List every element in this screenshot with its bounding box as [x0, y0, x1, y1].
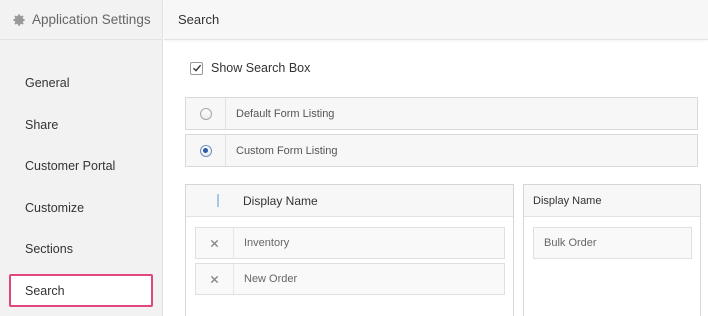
- sidebar-item-share[interactable]: Share: [9, 108, 153, 141]
- available-field-row[interactable]: Bulk Order: [533, 227, 692, 259]
- remove-icon[interactable]: [196, 264, 234, 294]
- sidebar-item-search[interactable]: Search: [9, 274, 153, 307]
- remove-icon[interactable]: [196, 228, 234, 258]
- gear-icon: [12, 13, 26, 27]
- selected-field-label: Inventory: [244, 237, 290, 249]
- custom-form-listing-radio[interactable]: [199, 144, 212, 157]
- drag-handle-icon[interactable]: [217, 194, 219, 207]
- show-search-box-option[interactable]: Show Search Box: [190, 61, 310, 75]
- page-title: Search: [164, 0, 708, 40]
- settings-sidebar: Application Settings General Share Custo…: [0, 0, 163, 316]
- available-fields-panel: Display Name Bulk Order: [523, 184, 701, 316]
- selected-field-row[interactable]: Inventory: [195, 227, 505, 259]
- selected-field-row[interactable]: New Order: [195, 263, 505, 295]
- default-form-listing-option[interactable]: Default Form Listing: [185, 97, 698, 130]
- radio-cell: [186, 98, 226, 129]
- sidebar-item-customize[interactable]: Customize: [9, 191, 153, 224]
- selected-fields-title: Display Name: [243, 193, 318, 208]
- default-form-listing-radio[interactable]: [199, 107, 212, 120]
- radio-selected-dot: [203, 148, 208, 153]
- custom-form-listing-option[interactable]: Custom Form Listing: [185, 134, 698, 167]
- sidebar-item-sections[interactable]: Sections: [9, 232, 153, 265]
- sidebar-item-general[interactable]: General: [9, 66, 153, 99]
- show-search-box-label: Show Search Box: [211, 61, 311, 75]
- show-search-box-checkbox[interactable]: [190, 61, 203, 75]
- custom-form-listing-label: Custom Form Listing: [236, 144, 338, 157]
- checkmark-icon: [192, 64, 201, 72]
- selected-fields-header: Display Name: [186, 185, 513, 217]
- default-form-listing-label: Default Form Listing: [236, 107, 335, 120]
- sidebar-header: Application Settings: [0, 0, 162, 40]
- available-fields-title: Display Name: [524, 185, 700, 217]
- sidebar-title: Application Settings: [32, 12, 151, 27]
- selected-fields-panel: Display Name Inventory New Order: [185, 184, 514, 316]
- radio-cell: [186, 135, 226, 166]
- sidebar-item-customer-portal[interactable]: Customer Portal: [9, 149, 153, 182]
- selected-field-label: New Order: [244, 273, 298, 285]
